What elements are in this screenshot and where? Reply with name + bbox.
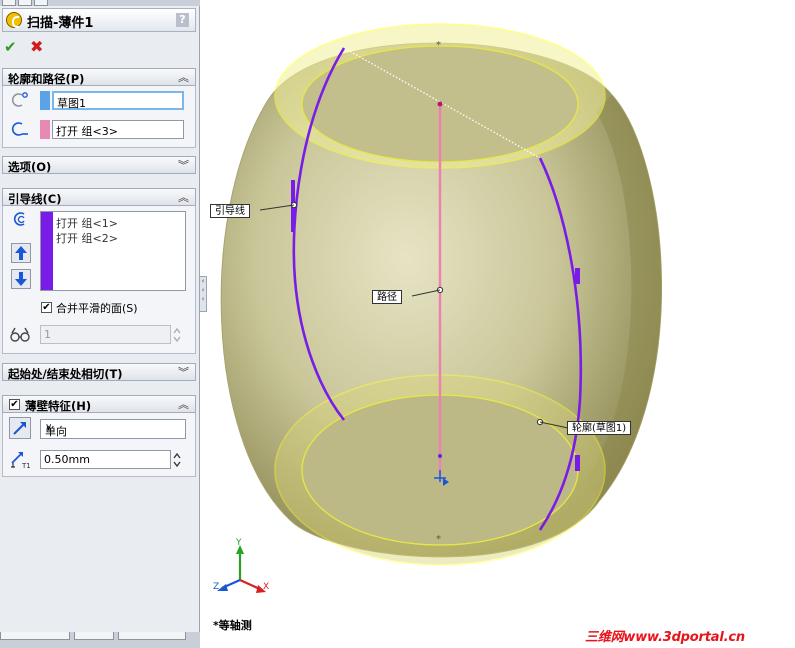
origin-marker xyxy=(434,470,449,486)
collapse-chevron-icon[interactable]: ︽ xyxy=(178,396,189,412)
view-triad xyxy=(217,545,266,593)
triad-x-label: X xyxy=(263,582,270,592)
sweep-path[interactable] xyxy=(436,101,444,476)
svg-text:*: * xyxy=(436,534,441,545)
profile-field[interactable]: 草图1 xyxy=(52,91,184,110)
cancel-button[interactable]: ✖ xyxy=(30,37,43,56)
path-icon xyxy=(11,122,28,136)
move-up-button[interactable] xyxy=(11,243,31,263)
arrow-up-icon xyxy=(15,246,27,260)
section-profile-path-body: 草图1 打开 组<3> xyxy=(2,86,196,148)
sweep-thin-body[interactable] xyxy=(220,23,662,566)
callout-guide-curve[interactable]: 引导线 xyxy=(210,204,250,218)
bottom-tab-3[interactable] xyxy=(118,632,186,640)
path-field[interactable]: 打开 组<3> xyxy=(52,120,184,139)
move-down-button[interactable] xyxy=(11,269,31,289)
thickness-spinner[interactable] xyxy=(171,450,183,470)
view-orientation-label: *等轴测 xyxy=(213,619,252,632)
show-sections-icon[interactable] xyxy=(9,325,31,345)
section-label: 轮廓和路径(P) xyxy=(8,72,85,86)
merge-faces-label: 合并平滑的面(S) xyxy=(56,302,138,315)
property-manager-tab[interactable] xyxy=(18,0,32,6)
feature-title-bar: 扫描-薄件1 ? xyxy=(2,8,196,32)
guide-curves-list[interactable]: 打开 组<1> 打开 组<2> xyxy=(40,211,186,291)
bottom-tab-1[interactable] xyxy=(0,632,70,640)
section-label: 薄壁特征(H) xyxy=(25,399,92,413)
svg-text:*: * xyxy=(436,40,441,51)
guide-curve-item-2[interactable]: 打开 组<2> xyxy=(56,230,118,246)
thin-feature-checkbox[interactable]: ✔ xyxy=(9,399,20,410)
reverse-direction-icon xyxy=(13,422,26,435)
feature-title: 扫描-薄件1 xyxy=(27,16,94,31)
guide-curve-icon xyxy=(13,212,25,226)
section-label: 起始处/结束处相切(T) xyxy=(8,367,123,381)
thickness-field[interactable]: 0.50mm xyxy=(40,450,171,469)
profile-value: 草图1 xyxy=(57,97,86,110)
triad-y-label: Y xyxy=(236,538,242,548)
panel-collapse-handle[interactable]: ‹ ‹ ‹ xyxy=(199,276,207,312)
section-label: 引导线(C) xyxy=(8,192,62,206)
guide-curves[interactable] xyxy=(290,47,583,531)
section-count-field[interactable]: 1 xyxy=(40,325,171,344)
watermark: 三维网www.3dportal.cn xyxy=(585,630,745,645)
construction-line xyxy=(343,47,541,159)
section-count-value: 1 xyxy=(44,328,51,341)
count-spinner[interactable] xyxy=(171,325,183,345)
section-tangency-header[interactable]: 起始处/结束处相切(T) ︾ xyxy=(2,363,196,381)
ok-button[interactable]: ✔ xyxy=(4,38,17,56)
section-guide-curves-body: 打开 组<1> 打开 组<2> ✔ 合并平滑的面(S) 1 xyxy=(2,206,196,354)
profile-icon xyxy=(12,92,28,107)
section-guide-curves-header[interactable]: 引导线(C) ︽ xyxy=(2,188,196,206)
reverse-direction-button[interactable] xyxy=(9,417,31,439)
section-label: 选项(O) xyxy=(8,160,52,174)
sweep-feature-icon xyxy=(6,12,22,28)
section-profile-path-header[interactable]: 轮廓和路径(P) ︽ xyxy=(2,68,196,86)
callout-path[interactable]: 路径 xyxy=(372,290,402,304)
configuration-manager-tab[interactable] xyxy=(34,0,48,6)
triad-z-label: Z xyxy=(213,582,220,592)
property-manager: 扫描-薄件1 ? ✔ ✖ 轮廓和路径(P) ︽ 草图1 打开 组<3> 选项(O… xyxy=(0,0,200,648)
callout-profile[interactable]: 轮廓(草图1) xyxy=(567,421,632,435)
thickness-icon: T1 xyxy=(11,452,31,469)
section-thin-feature-body: 单向 ∨ T1 0.50mm xyxy=(2,413,196,477)
section-thin-feature-header[interactable]: ✔ 薄壁特征(H) ︽ xyxy=(2,395,196,413)
thin-type-select[interactable]: 单向 ∨ xyxy=(40,419,186,439)
section-options-header[interactable]: 选项(O) ︾ xyxy=(2,156,196,174)
feature-manager-tab[interactable] xyxy=(2,0,16,6)
path-value: 打开 组<3> xyxy=(56,125,118,138)
arrow-down-icon xyxy=(15,272,27,286)
expand-chevron-icon[interactable]: ︾ xyxy=(178,364,189,380)
bottom-tabs xyxy=(0,632,200,648)
profile-color-swatch xyxy=(40,91,50,110)
svg-text:T1: T1 xyxy=(21,462,31,469)
collapse-chevron-icon[interactable]: ︽ xyxy=(178,69,189,85)
path-color-swatch xyxy=(40,120,50,139)
bottom-tab-2[interactable] xyxy=(74,632,114,640)
help-button[interactable]: ? xyxy=(176,13,189,27)
thickness-value: 0.50mm xyxy=(44,453,90,466)
merge-faces-checkbox[interactable]: ✔ xyxy=(41,302,52,313)
expand-chevron-icon[interactable]: ︾ xyxy=(178,157,189,173)
manager-tabs xyxy=(0,0,200,6)
collapse-chevron-icon[interactable]: ︽ xyxy=(178,189,189,205)
guide-list-color-bar xyxy=(41,212,53,290)
guide-curve-item-1[interactable]: 打开 组<1> xyxy=(56,215,118,231)
chevron-down-icon: ∨ xyxy=(45,422,53,433)
